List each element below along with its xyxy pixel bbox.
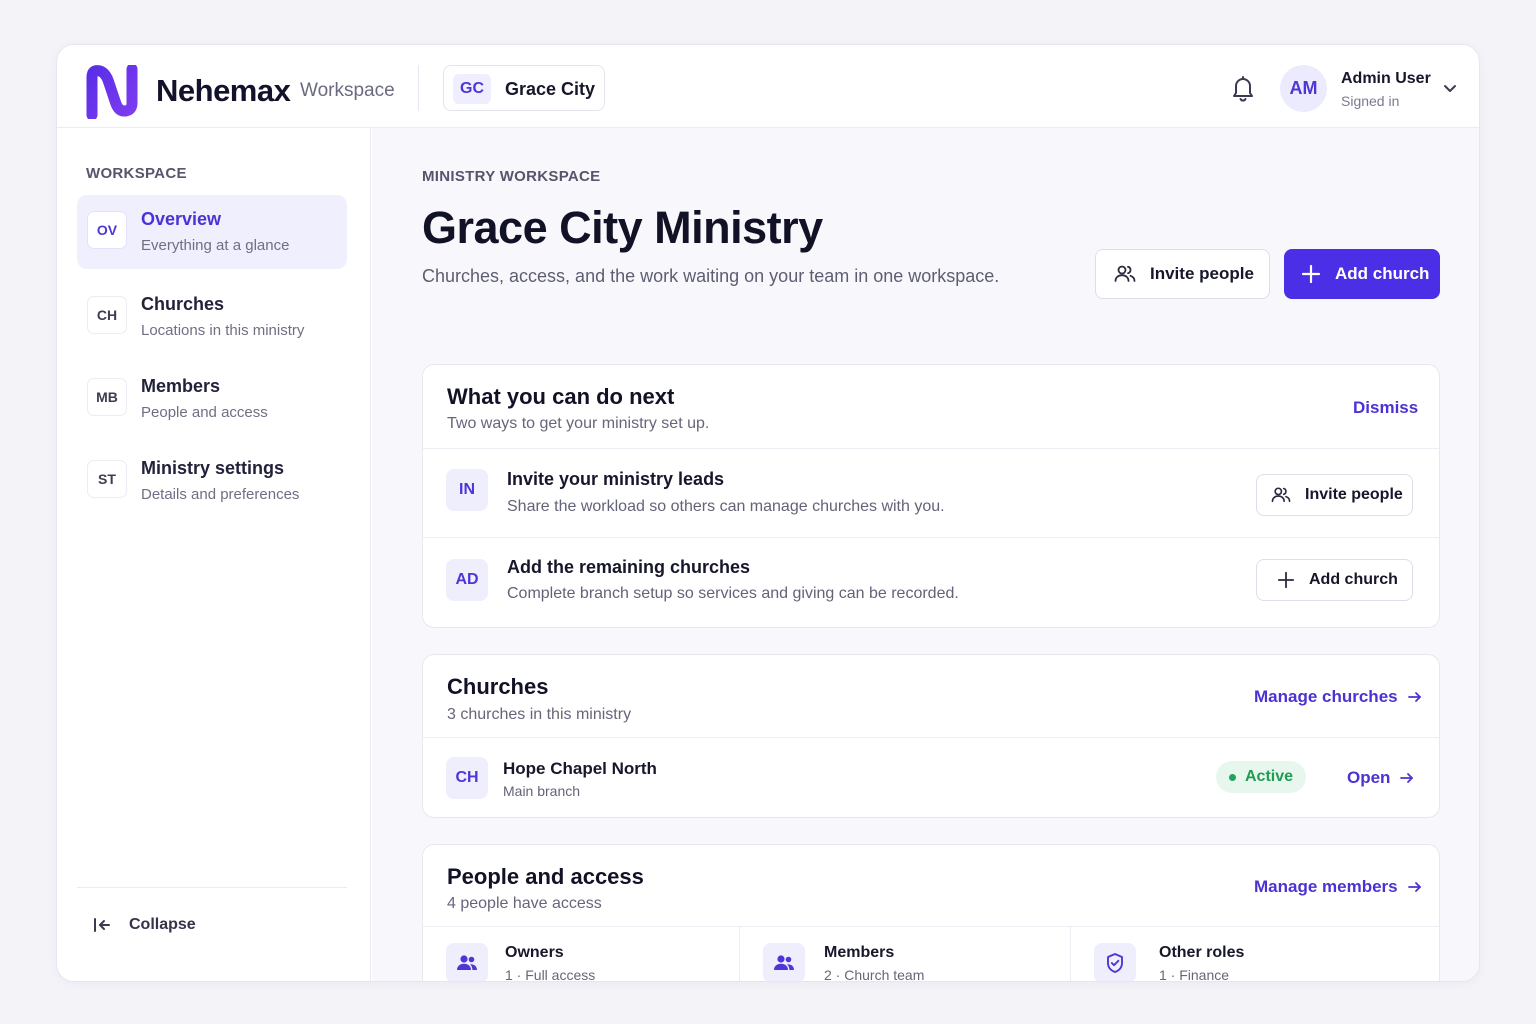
churches-title: Churches xyxy=(447,674,549,699)
step-title: Add the remaining churches xyxy=(507,557,751,577)
people-subtitle: 4 people have access xyxy=(447,895,602,912)
status-badge: Active xyxy=(1216,761,1306,793)
arrow-right-icon xyxy=(1407,692,1421,702)
page-eyebrow: MINISTRY WORKSPACE xyxy=(422,168,601,185)
nav-code-badge: CH xyxy=(87,296,127,334)
user-status: Signed in xyxy=(1341,93,1400,109)
nav-title: Ministry settings xyxy=(141,458,285,478)
access-group-owners[interactable]: Owners 1 · Full access xyxy=(423,926,739,982)
add-church-label: Add church xyxy=(1335,264,1430,283)
church-name: Grace City xyxy=(505,79,596,99)
page-subtitle: Churches, access, and the work waiting o… xyxy=(422,266,1000,286)
sidebar-item-members[interactable]: MB Members People and access xyxy=(77,362,347,436)
manage-members-label: Manage members xyxy=(1254,877,1398,896)
main-content: MINISTRY WORKSPACE Grace City Ministry C… xyxy=(372,128,1479,982)
collapse-icon[interactable] xyxy=(92,915,112,935)
arrow-right-icon xyxy=(1407,882,1421,892)
add-church-button[interactable]: Add church xyxy=(1284,249,1440,299)
access-group-detail: 2 · Church team xyxy=(824,967,925,982)
divider xyxy=(423,737,1439,738)
step-subtitle: Share the workload so others can manage … xyxy=(507,498,945,515)
step-action-label: Add church xyxy=(1309,571,1398,588)
collapse-button[interactable]: Collapse xyxy=(129,916,196,934)
people-title: People and access xyxy=(447,864,644,889)
nehemax-logo-icon[interactable] xyxy=(84,65,140,119)
open-church-link[interactable]: Open xyxy=(1347,768,1414,788)
access-group-title: Members xyxy=(824,944,895,961)
access-group-detail: 1 · Full access xyxy=(505,967,596,982)
page-title: Grace City Ministry xyxy=(422,202,823,253)
church-name[interactable]: Hope Chapel North xyxy=(503,759,657,779)
users-icon xyxy=(1271,487,1291,503)
churches-card: Churches 3 churches in this ministry Man… xyxy=(422,654,1440,818)
sidebar: WORKSPACE OV Overview Everything at a gl… xyxy=(57,128,371,981)
churches-subtitle: 3 churches in this ministry xyxy=(447,706,632,723)
divider xyxy=(423,537,1439,538)
nav-title: Overview xyxy=(141,209,222,229)
church-detail: Main branch xyxy=(503,783,581,799)
shield-icon xyxy=(1094,943,1136,981)
app-window: Nehemax Workspace GC Grace City AM Admin… xyxy=(56,44,1480,982)
dismiss-button[interactable]: Dismiss xyxy=(1353,398,1418,418)
avatar[interactable]: AM xyxy=(1280,65,1327,112)
chevron-down-icon[interactable] xyxy=(1442,80,1458,96)
nav-title: Members xyxy=(141,376,221,396)
plus-icon xyxy=(1301,264,1321,284)
manage-churches-label: Manage churches xyxy=(1254,687,1398,706)
nav-code-badge: OV xyxy=(87,211,127,249)
nav-title: Churches xyxy=(141,294,225,314)
access-group-title: Other roles xyxy=(1159,944,1245,961)
step-title: Invite your ministry leads xyxy=(507,469,725,489)
sidebar-item-overview[interactable]: OV Overview Everything at a glance xyxy=(77,195,347,269)
church-badge: CH xyxy=(446,757,488,799)
manage-members-link[interactable]: Manage members xyxy=(1254,877,1422,897)
nav-code-badge: MB xyxy=(87,378,127,416)
user-name: Admin User xyxy=(1341,70,1431,87)
nav-subtitle: Everything at a glance xyxy=(141,237,290,254)
sidebar-item-ministry-settings[interactable]: ST Ministry settings Details and prefere… xyxy=(77,444,347,518)
manage-churches-link[interactable]: Manage churches xyxy=(1254,687,1422,707)
step-badge: IN xyxy=(446,469,488,511)
church-switcher[interactable]: GC Grace City xyxy=(443,65,605,111)
step-subtitle: Complete branch setup so services and gi… xyxy=(507,585,959,602)
nav-code-badge: ST xyxy=(87,460,127,498)
nav-subtitle: People and access xyxy=(141,404,268,421)
people-access-card: People and access 4 people have access M… xyxy=(422,844,1440,982)
divider xyxy=(418,65,419,111)
status-label: Active xyxy=(1244,768,1294,785)
step-invite-people-button[interactable]: Invite people xyxy=(1256,474,1413,516)
brand-name: Nehemax xyxy=(156,73,291,108)
divider xyxy=(423,448,1439,449)
invite-people-label: Invite people xyxy=(1150,264,1254,283)
invite-people-button[interactable]: Invite people xyxy=(1095,249,1270,299)
step-badge: AD xyxy=(446,559,488,601)
access-group-members[interactable]: Members 2 · Church team xyxy=(740,926,1070,982)
users-icon xyxy=(763,943,805,981)
open-label: Open xyxy=(1347,768,1391,787)
sidebar-heading: WORKSPACE xyxy=(86,165,187,182)
divider xyxy=(77,887,347,888)
top-bar: Nehemax Workspace GC Grace City AM Admin… xyxy=(57,45,1479,128)
arrow-right-icon xyxy=(1400,773,1414,783)
next-steps-card: What you can do next Two ways to get you… xyxy=(422,364,1440,628)
access-group-title: Owners xyxy=(505,944,564,961)
users-icon xyxy=(446,943,488,981)
users-icon xyxy=(1114,265,1136,282)
step-action-label: Invite people xyxy=(1305,486,1403,503)
nav-subtitle: Locations in this ministry xyxy=(141,322,305,339)
church-initials-badge: GC xyxy=(453,74,491,104)
brand-subtitle: Workspace xyxy=(300,80,395,101)
step-add-church-button[interactable]: Add church xyxy=(1256,559,1413,601)
access-group-other-roles[interactable]: Other roles 1 · Finance xyxy=(1071,926,1439,982)
next-steps-subtitle: Two ways to get your ministry set up. xyxy=(447,415,710,432)
next-steps-title: What you can do next xyxy=(447,384,675,409)
nav-subtitle: Details and preferences xyxy=(141,486,300,503)
status-dot-icon xyxy=(1228,773,1236,781)
access-group-detail: 1 · Finance xyxy=(1159,967,1230,982)
bell-icon[interactable] xyxy=(1229,73,1257,103)
plus-icon xyxy=(1277,571,1295,589)
sidebar-item-churches[interactable]: CH Churches Locations in this ministry xyxy=(77,280,347,354)
